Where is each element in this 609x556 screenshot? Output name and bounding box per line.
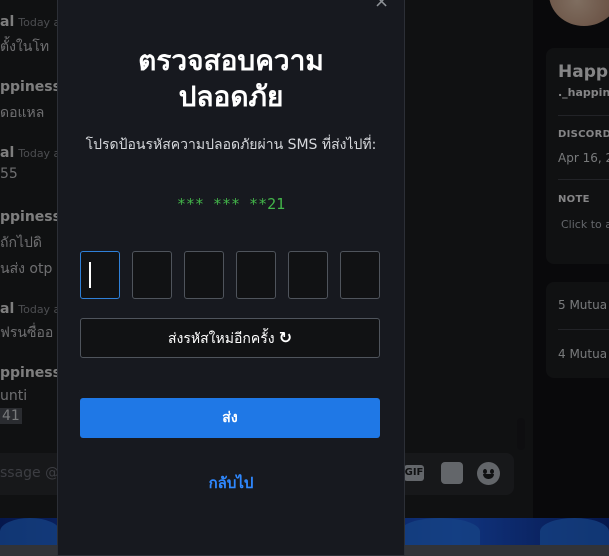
- security-check-modal: × ตรวจสอบความ ปลอดภัย โปรดป้อนรหัสความปล…: [57, 0, 405, 556]
- resend-code-button[interactable]: ส่งรหัสใหม่อีกครั้ง ↻: [80, 318, 380, 358]
- text-caret: [89, 262, 91, 288]
- otp-digit-input[interactable]: [80, 251, 120, 299]
- modal-title-line: ตรวจสอบความ: [138, 44, 324, 77]
- modal-title: ตรวจสอบความ ปลอดภัย: [58, 43, 404, 115]
- otp-digit-input[interactable]: [340, 251, 380, 299]
- submit-button[interactable]: ส่ง: [80, 398, 380, 438]
- otp-digit-input[interactable]: [288, 251, 328, 299]
- back-link[interactable]: กลับไป: [58, 471, 404, 495]
- resend-code-label: ส่งรหัสใหม่อีกครั้ง: [168, 331, 275, 347]
- close-icon[interactable]: ×: [374, 0, 389, 12]
- refresh-icon: ↻: [278, 328, 292, 347]
- otp-digit-input[interactable]: [132, 251, 172, 299]
- otp-digit-input[interactable]: [236, 251, 276, 299]
- modal-title-line: ปลอดภัย: [178, 80, 284, 113]
- masked-phone-number: *** *** **21: [176, 195, 286, 213]
- modal-subtitle: โปรดป้อนรหัสความปลอดภัยผ่าน SMS ที่ส่งไป…: [85, 137, 377, 153]
- otp-digit-input[interactable]: [184, 251, 224, 299]
